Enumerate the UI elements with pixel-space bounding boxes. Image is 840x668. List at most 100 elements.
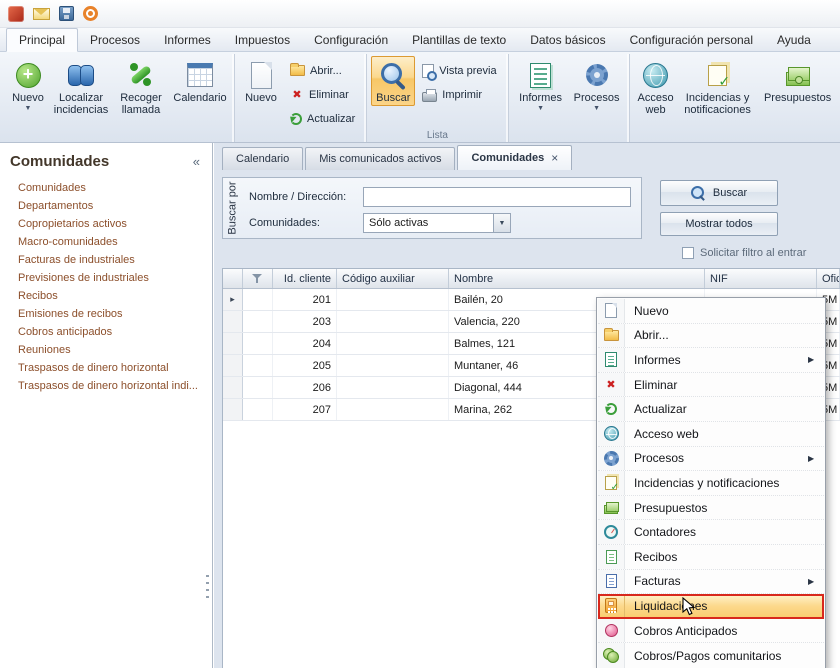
ribbon-group-general: Nuevo ▼ Localizar incidencias Recoger ll… [2,54,234,142]
imprimir-button[interactable]: Imprimir [415,84,503,105]
refresh-icon [605,403,617,415]
vista-previa-button[interactable]: Vista previa [415,60,503,81]
sidebar-item-departamentos[interactable]: Departamentos [0,197,212,215]
doc-tab-calendario[interactable]: Calendario [222,147,303,170]
presupuestos-button[interactable]: Presupuestos [758,56,838,106]
menu-item-actualizar[interactable]: Actualizar [598,397,824,422]
comunidades-label: Comunidades: [249,217,363,229]
save-icon[interactable] [59,6,74,21]
menu-item-informes[interactable]: Informes ▶ [598,348,824,373]
quick-access-toolbar [0,0,840,28]
menu-item-eliminar[interactable]: Eliminar [598,373,824,398]
menu-item-facturas[interactable]: Facturas ▶ [598,570,824,595]
tab-principal[interactable]: Principal [6,28,78,52]
chevron-down-icon: ▼ [593,105,600,112]
sidebar-item-traspasos-horizontal[interactable]: Traspasos de dinero horizontal [0,359,212,377]
menu-item-liquidaciones[interactable]: Liquidaciones [598,594,824,619]
budget-icon [786,72,810,86]
context-menu: Nuevo Abrir... Informes ▶ Eliminar Actua… [596,297,826,668]
sidebar-item-reuniones[interactable]: Reuniones [0,341,212,359]
recoger-llamada-button[interactable]: Recoger llamada [112,56,170,118]
sidebar-item-macro-comunidades[interactable]: Macro-comunidades [0,233,212,251]
application-window: Principal Procesos Informes Impuestos Co… [0,0,840,668]
mostrar-todos-button[interactable]: Mostrar todos [660,212,778,236]
tab-procesos[interactable]: Procesos [78,29,152,51]
tab-ayuda[interactable]: Ayuda [765,29,823,51]
menu-item-incidencias[interactable]: Incidencias y notificaciones [598,471,824,496]
solicitar-filtro-checkbox[interactable]: Solicitar filtro al entrar [682,247,806,259]
nuevo-registro-button[interactable]: Nuevo [239,56,283,106]
tab-configuracion[interactable]: Configuración [302,29,400,51]
menu-item-nuevo[interactable]: Nuevo [598,299,824,324]
receipt-icon [606,550,617,564]
close-tab-icon[interactable]: × [551,151,558,165]
menu-item-cobros-anticipados[interactable]: Cobros Anticipados [598,619,824,644]
tab-impuestos[interactable]: Impuestos [223,29,302,51]
sidebar-item-emisiones-recibos[interactable]: Emisiones de recibos [0,305,212,323]
coin-icon [605,624,618,637]
acceso-web-button[interactable]: Acceso web [634,56,678,118]
splitter-handle[interactable] [206,575,209,601]
filter-column-header[interactable] [243,269,273,288]
comunidades-select[interactable]: Sólo activas ▼ [363,213,511,233]
buscar-filter-button[interactable]: Buscar [660,180,778,206]
notifications-icon [605,476,617,490]
menu-item-abrir[interactable]: Abrir... [598,324,824,349]
gauge-icon [604,525,618,539]
ribbon: Nuevo ▼ Localizar incidencias Recoger ll… [0,52,840,143]
column-header-nif[interactable]: NIF [705,269,817,288]
funnel-icon [252,273,263,284]
sidebar-item-copropietarios[interactable]: Copropietarios activos [0,215,212,233]
sidebar-item-previsiones-industriales[interactable]: Previsiones de industriales [0,269,212,287]
sidebar-item-traspasos-horizontal-indi[interactable]: Traspasos de dinero horizontal indi... [0,377,212,395]
checkbox-icon[interactable] [682,247,694,259]
chevron-down-icon[interactable]: ▼ [493,214,510,232]
column-header-oficina[interactable]: Oficina [817,269,840,288]
column-header-nombre[interactable]: Nombre [449,269,705,288]
application-icon[interactable] [8,6,24,22]
sidebar-item-cobros-anticipados[interactable]: Cobros anticipados [0,323,212,341]
menu-item-contadores[interactable]: Contadores [598,520,824,545]
incidencias-notificaciones-button[interactable]: Incidencias y notificaciones [678,56,758,118]
actualizar-button[interactable]: Actualizar [283,108,362,129]
ribbon-group-registro: Nuevo Abrir... Eliminar Actualizar [234,54,366,142]
sidebar: Comunidades « Comunidades Departamentos … [0,143,213,668]
abrir-button[interactable]: Abrir... [283,60,362,81]
filter-panel-caption: Buscar por [223,178,243,238]
feed-icon[interactable] [83,6,98,21]
menu-item-cobros-pagos[interactable]: Cobros/Pagos comunitarios [598,643,824,668]
report-icon [530,63,551,88]
nuevo-button[interactable]: Nuevo ▼ [6,56,50,114]
tab-plantillas[interactable]: Plantillas de texto [400,29,518,51]
tab-configuracion-personal[interactable]: Configuración personal [618,29,765,51]
localizar-incidencias-button[interactable]: Localizar incidencias [50,56,112,118]
procesos-button[interactable]: Procesos ▼ [569,56,625,114]
informes-button[interactable]: Informes ▼ [513,56,569,114]
menu-item-acceso-web[interactable]: Acceso web [598,422,824,447]
menu-item-recibos[interactable]: Recibos [598,545,824,570]
menu-item-presupuestos[interactable]: Presupuestos [598,496,824,521]
menu-item-procesos[interactable]: Procesos ▶ [598,447,824,472]
collapse-sidebar-icon[interactable]: « [193,154,200,169]
nombre-direccion-input[interactable] [363,187,631,207]
eliminar-button[interactable]: Eliminar [283,84,362,105]
globe-icon [643,63,668,88]
column-header-codigo-auxiliar[interactable]: Código auxiliar [337,269,449,288]
doc-tab-comunicados[interactable]: Mis comunicados activos [305,147,455,170]
ribbon-group-lista: Buscar Vista previa Imprimir Lista [366,54,507,142]
buscar-button[interactable]: Buscar [371,56,415,106]
sidebar-item-facturas-industriales[interactable]: Facturas de industriales [0,251,212,269]
report-icon [605,352,617,367]
search-icon [691,186,706,201]
sidebar-item-recibos[interactable]: Recibos [0,287,212,305]
sidebar-item-comunidades[interactable]: Comunidades [0,179,212,197]
tab-informes[interactable]: Informes [152,29,223,51]
mail-icon[interactable] [33,8,50,20]
ribbon-group-web: Acceso web Incidencias y notificaciones … [629,54,840,142]
doc-tab-comunidades[interactable]: Comunidades × [457,145,572,170]
sidebar-header: Comunidades « [0,143,212,179]
ribbon-tab-bar: Principal Procesos Informes Impuestos Co… [0,28,840,52]
calendario-button[interactable]: Calendario [170,56,230,106]
tab-datos-basicos[interactable]: Datos básicos [518,29,617,51]
column-header-id-cliente[interactable]: Id. cliente [273,269,337,288]
